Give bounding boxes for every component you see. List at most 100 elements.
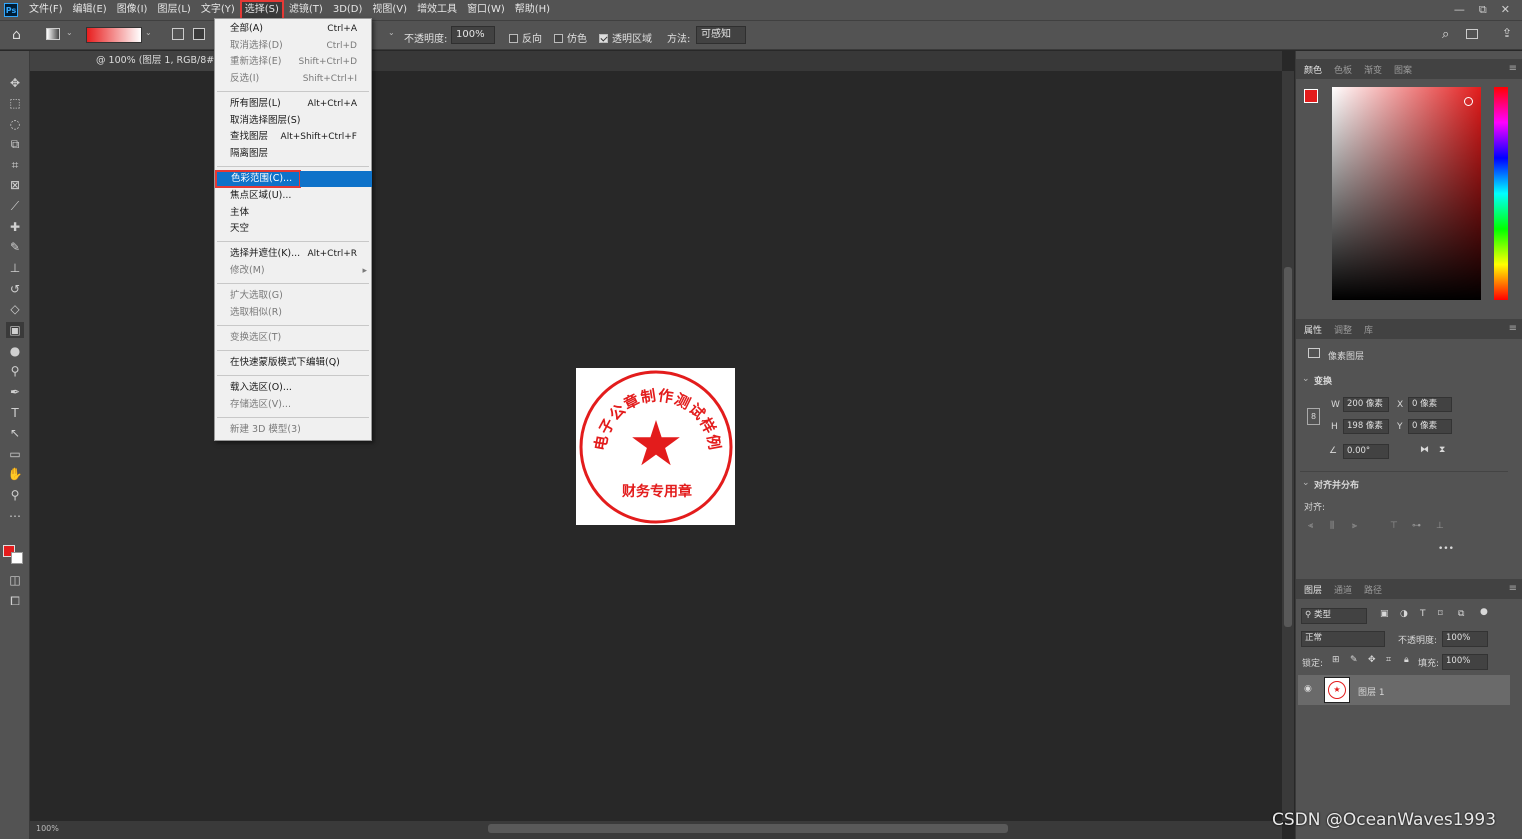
menu-plugins[interactable]: 增效工具 xyxy=(412,0,462,20)
hue-slider[interactable] xyxy=(1494,87,1508,300)
chevron-down-icon[interactable]: ⌄ xyxy=(1302,478,1310,488)
menu-window[interactable]: 窗口(W) xyxy=(462,0,510,20)
menu-3d[interactable]: 3D(D) xyxy=(328,0,368,20)
align-top-icon[interactable]: ⊤ xyxy=(1390,521,1398,531)
brush-tool-icon[interactable]: ✎ xyxy=(6,239,24,255)
lasso-tool-icon[interactable]: ◌ xyxy=(6,116,24,132)
tab-libraries[interactable]: 库 xyxy=(1364,323,1373,336)
lock-pixels-icon[interactable]: ✎ xyxy=(1350,655,1358,665)
tool-preset-icon[interactable] xyxy=(46,28,60,40)
opacity-input[interactable]: 100% xyxy=(451,26,495,44)
menu-item[interactable]: 色彩范围(C)... xyxy=(215,170,372,188)
chevron-down-icon[interactable]: ⌄ xyxy=(388,28,395,37)
align-right-icon[interactable]: ⫸ xyxy=(1352,521,1357,531)
flip-vertical-icon[interactable]: ⧗ xyxy=(1439,445,1445,455)
dodge-tool-icon[interactable]: ⚲ xyxy=(6,363,24,379)
menu-item[interactable]: 隔离图层 xyxy=(215,146,371,162)
zoom-level[interactable]: 100% xyxy=(36,824,59,833)
menu-item[interactable]: 选取相似(R) xyxy=(215,305,371,321)
foreground-color-swatch[interactable] xyxy=(1304,89,1318,103)
home-icon[interactable]: ⌂ xyxy=(12,27,21,43)
path-select-icon[interactable]: ↖ xyxy=(6,425,24,441)
search-icon[interactable]: ⌕ xyxy=(1442,27,1449,42)
menu-item[interactable]: 修改(M) ▸ xyxy=(215,263,371,279)
layer-opacity-input[interactable]: 100% xyxy=(1442,631,1488,647)
tab-adjustments[interactable]: 调整 xyxy=(1334,323,1352,336)
color-field[interactable] xyxy=(1332,87,1481,300)
blend-mode-select[interactable]: 正常 xyxy=(1301,631,1385,647)
menu-item[interactable]: 新建 3D 模型(3) xyxy=(215,422,371,438)
dither-checkbox[interactable]: 仿色 xyxy=(554,30,587,45)
angle-input[interactable]: 0.00° xyxy=(1343,444,1389,459)
height-input[interactable]: 198 像素 xyxy=(1343,419,1389,434)
menu-edit[interactable]: 编辑(E) xyxy=(68,0,112,20)
menu-item[interactable]: 所有图层(L) Alt+Ctrl+A xyxy=(215,96,371,112)
close-icon[interactable]: ✕ xyxy=(1501,3,1510,17)
chevron-down-icon[interactable]: ⌄ xyxy=(66,28,73,37)
filter-adjustment-icon[interactable]: ◑ xyxy=(1400,609,1408,619)
tab-color[interactable]: 颜色 xyxy=(1304,63,1322,76)
screen-mode-icon[interactable]: ⧠ xyxy=(6,593,24,609)
radial-gradient-icon[interactable] xyxy=(193,28,205,40)
menu-layer[interactable]: 图层(L) xyxy=(152,0,195,20)
transform-section-title[interactable]: 变换 xyxy=(1314,374,1332,387)
menu-item[interactable]: 查找图层 Alt+Shift+Ctrl+F xyxy=(215,129,371,145)
menu-item[interactable]: 取消选择(D) Ctrl+D xyxy=(215,38,371,54)
rectangle-tool-icon[interactable]: ▭ xyxy=(6,446,24,462)
blur-tool-icon[interactable]: ● xyxy=(6,343,24,359)
panel-menu-icon[interactable]: ≡ xyxy=(1509,63,1517,74)
reverse-checkbox[interactable]: 反向 xyxy=(509,30,542,45)
menu-filter[interactable]: 滤镜(T) xyxy=(284,0,328,20)
menu-view[interactable]: 视图(V) xyxy=(367,0,412,20)
restore-icon[interactable]: ⧉ xyxy=(1479,3,1487,17)
document-tab[interactable]: @ 100% (图层 1, RGB/8#)× xyxy=(30,51,232,71)
minimize-icon[interactable]: — xyxy=(1454,3,1465,17)
chevron-down-icon[interactable]: ⌄ xyxy=(145,28,152,37)
marquee-tool-icon[interactable]: ⬚ xyxy=(6,95,24,111)
tab-patterns[interactable]: 图案 xyxy=(1394,63,1412,76)
history-brush-icon[interactable]: ↺ xyxy=(6,281,24,297)
align-bottom-icon[interactable]: ⊥ xyxy=(1436,521,1444,531)
width-input[interactable]: 200 像素 xyxy=(1343,397,1389,412)
tab-paths[interactable]: 路径 xyxy=(1364,583,1382,596)
menu-file[interactable]: 文件(F) xyxy=(24,0,68,20)
linear-gradient-icon[interactable] xyxy=(172,28,184,40)
filter-shape-icon[interactable]: ⌑ xyxy=(1438,609,1443,619)
stamp-tool-icon[interactable]: ⊥ xyxy=(6,260,24,276)
vertical-scrollbar[interactable] xyxy=(1282,71,1294,821)
fill-input[interactable]: 100% xyxy=(1442,654,1488,670)
layer-name[interactable]: 图层 1 xyxy=(1358,685,1385,698)
menu-item[interactable]: 重新选择(E) Shift+Ctrl+D xyxy=(215,54,371,70)
panel-menu-icon[interactable]: ≡ xyxy=(1509,583,1517,594)
tab-swatches[interactable]: 色板 xyxy=(1334,63,1352,76)
workspace-icon[interactable] xyxy=(1466,29,1478,39)
lock-all-icon[interactable]: 🔒︎ xyxy=(1404,655,1409,665)
gradient-picker[interactable] xyxy=(86,27,142,43)
menu-item[interactable]: 反选(I) Shift+Ctrl+I xyxy=(215,71,371,87)
type-tool-icon[interactable]: T xyxy=(6,405,24,421)
eyedropper-tool-icon[interactable]: ⟋ xyxy=(6,198,24,214)
quick-mask-icon[interactable]: ◫ xyxy=(6,572,24,588)
filter-type-icon[interactable]: T xyxy=(1420,609,1426,619)
panel-menu-icon[interactable]: ≡ xyxy=(1509,323,1517,334)
share-icon[interactable]: ⇪ xyxy=(1502,26,1512,40)
menu-item[interactable]: 存储选区(V)... xyxy=(215,397,371,413)
filter-toggle-icon[interactable]: ● xyxy=(1480,607,1488,617)
link-icon[interactable]: 8 xyxy=(1307,408,1320,425)
menu-item[interactable]: 变换选区(T) xyxy=(215,330,371,346)
crop-tool-icon[interactable]: ⌗ xyxy=(6,157,24,173)
align-left-icon[interactable]: ⫷ xyxy=(1308,521,1313,531)
zoom-tool-icon[interactable]: ⚲ xyxy=(6,487,24,503)
tab-layers[interactable]: 图层 xyxy=(1304,583,1322,596)
scroll-thumb[interactable] xyxy=(1284,267,1292,627)
x-input[interactable]: 0 像素 xyxy=(1408,397,1452,412)
menu-item[interactable]: 焦点区域(U)... xyxy=(215,188,371,204)
layer-row[interactable]: ◉ ★ 图层 1 xyxy=(1298,675,1510,705)
menu-item[interactable]: 选择并遮住(K)... Alt+Ctrl+R xyxy=(215,246,371,262)
layer-filter-select[interactable]: ⚲ 类型 xyxy=(1301,608,1367,624)
flip-horizontal-icon[interactable]: ⧓ xyxy=(1420,445,1429,455)
pen-tool-icon[interactable]: ✒ xyxy=(6,384,24,400)
more-options-icon[interactable]: ••• xyxy=(1438,544,1454,554)
method-select[interactable]: 可感知 xyxy=(696,26,746,44)
healing-brush-icon[interactable]: ✚ xyxy=(6,219,24,235)
